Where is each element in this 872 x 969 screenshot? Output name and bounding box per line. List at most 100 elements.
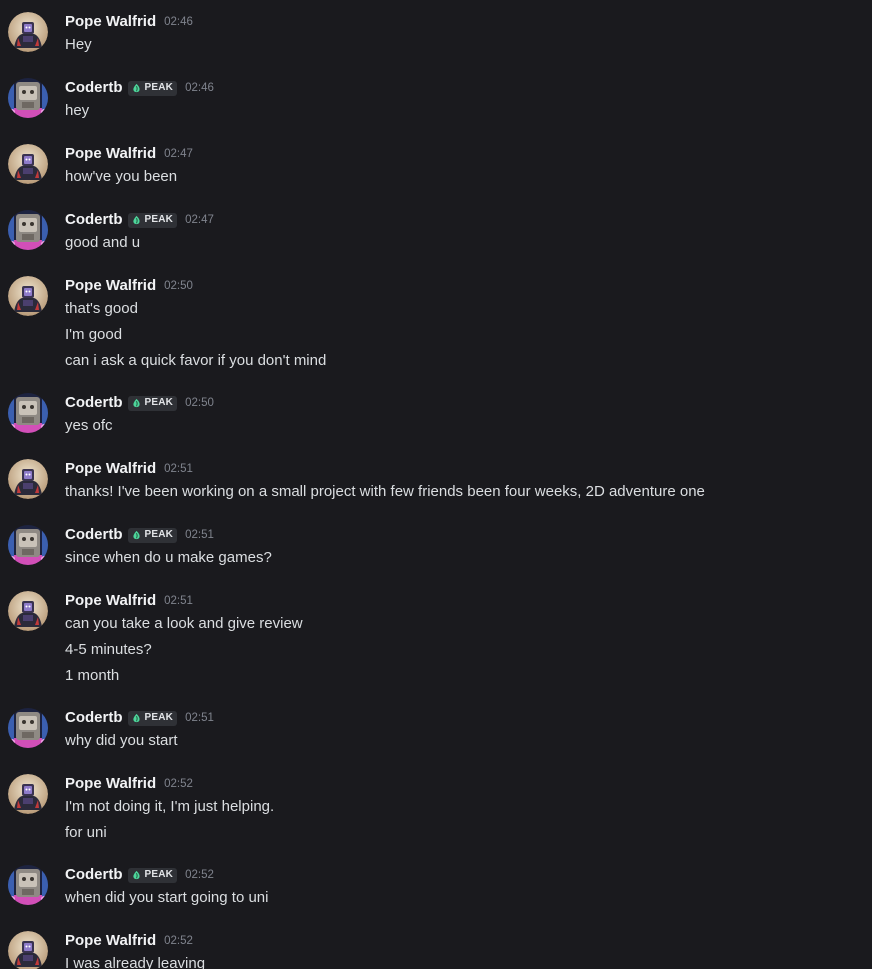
username[interactable]: Pope Walfrid [65, 591, 156, 611]
message-group[interactable]: Codertb PEAK 02:51 why did you start [0, 708, 872, 752]
message-text: yes ofc [65, 417, 113, 434]
message-header: Pope Walfrid 02:50 [65, 276, 856, 296]
message-header: Codertb PEAK 02:51 [65, 525, 856, 545]
message-text: can i ask a quick favor if you don't min… [65, 352, 327, 369]
message-timestamp[interactable]: 02:50 [185, 393, 214, 413]
message-timestamp[interactable]: 02:51 [164, 591, 193, 611]
username[interactable]: Codertb [65, 525, 123, 545]
message-text: can you take a look and give review [65, 615, 303, 632]
coder-avatar-icon[interactable] [8, 210, 48, 250]
message-header: Codertb PEAK 02:50 [65, 393, 856, 413]
message-timestamp[interactable]: 02:50 [164, 276, 193, 296]
message-group[interactable]: Pope Walfrid 02:51 can you take a look and… [0, 591, 872, 686]
message-group[interactable]: Pope Walfrid 02:46 Hey [0, 12, 872, 56]
leaf-flame-icon [131, 83, 142, 94]
message-header: Pope Walfrid 02:47 [65, 144, 856, 164]
guild-tag-label: PEAK [144, 869, 174, 880]
leaf-flame-icon [131, 713, 142, 724]
pope-avatar-icon[interactable] [8, 276, 48, 316]
guild-tag-label: PEAK [144, 712, 174, 723]
username[interactable]: Codertb [65, 708, 123, 728]
coder-avatar-icon[interactable] [8, 393, 48, 433]
username[interactable]: Pope Walfrid [65, 774, 156, 794]
message-header: Pope Walfrid 02:51 [65, 459, 856, 479]
guild-tag-badge[interactable]: PEAK [127, 527, 178, 543]
guild-tag-badge[interactable]: PEAK [127, 867, 178, 883]
username[interactable]: Pope Walfrid [65, 144, 156, 164]
guild-tag-label: PEAK [144, 397, 174, 408]
guild-tag-badge[interactable]: PEAK [127, 80, 178, 96]
message-timestamp[interactable]: 02:52 [185, 865, 214, 885]
coder-avatar-icon[interactable] [8, 708, 48, 748]
username[interactable]: Pope Walfrid [65, 12, 156, 32]
message-text: how've you been [65, 168, 178, 185]
message-text: I was already leaving [65, 955, 206, 969]
message-header: Codertb PEAK 02:47 [65, 210, 856, 230]
message-header: Pope Walfrid 02:52 [65, 774, 856, 794]
guild-tag-label: PEAK [144, 82, 174, 93]
message-timestamp[interactable]: 02:51 [164, 459, 193, 479]
guild-tag-label: PEAK [144, 214, 174, 225]
message-text: 4-5 minutes? [65, 641, 152, 658]
message-group[interactable]: Codertb PEAK 02:47 good and u [0, 210, 872, 254]
chat-log: Pope Walfrid 02:46 Hey Codertb PEAK 02:46 hey P… [0, 0, 872, 969]
username[interactable]: Codertb [65, 78, 123, 98]
message-text: I'm good [65, 326, 123, 343]
message-timestamp[interactable]: 02:47 [185, 210, 214, 230]
message-timestamp[interactable]: 02:52 [164, 931, 193, 951]
guild-tag-badge[interactable]: PEAK [127, 212, 178, 228]
message-group[interactable]: Codertb PEAK 02:51 since when do u make gam… [0, 525, 872, 569]
message-text: hey [65, 102, 90, 119]
message-text: why did you start [65, 732, 178, 749]
pope-avatar-icon[interactable] [8, 144, 48, 184]
pope-avatar-icon[interactable] [8, 459, 48, 499]
message-group[interactable]: Pope Walfrid 02:52 I was already leaving [0, 931, 872, 969]
message-text: that's good [65, 300, 138, 317]
pope-avatar-icon[interactable] [8, 12, 48, 52]
guild-tag-badge[interactable]: PEAK [127, 395, 178, 411]
message-text: 1 month [65, 667, 120, 684]
message-timestamp[interactable]: 02:52 [164, 774, 193, 794]
message-text: good and u [65, 234, 141, 251]
message-group[interactable]: Pope Walfrid 02:52 I'm not doing it, I'm j… [0, 774, 872, 843]
message-group[interactable]: Pope Walfrid 02:51 thanks! I've been worki… [0, 459, 872, 503]
username[interactable]: Pope Walfrid [65, 931, 156, 951]
message-header: Codertb PEAK 02:52 [65, 865, 856, 885]
leaf-flame-icon [131, 398, 142, 409]
guild-tag-badge[interactable]: PEAK [127, 710, 178, 726]
username[interactable]: Pope Walfrid [65, 459, 156, 479]
message-timestamp[interactable]: 02:46 [185, 78, 214, 98]
message-header: Pope Walfrid 02:51 [65, 591, 856, 611]
leaf-flame-icon [131, 870, 142, 881]
message-group[interactable]: Pope Walfrid 02:50 that's good I'm good can … [0, 276, 872, 371]
message-timestamp[interactable]: 02:47 [164, 144, 193, 164]
guild-tag-label: PEAK [144, 529, 174, 540]
message-group[interactable]: Codertb PEAK 02:50 yes ofc [0, 393, 872, 437]
username[interactable]: Codertb [65, 865, 123, 885]
message-timestamp[interactable]: 02:51 [185, 708, 214, 728]
message-header: Codertb PEAK 02:51 [65, 708, 856, 728]
coder-avatar-icon[interactable] [8, 865, 48, 905]
username[interactable]: Codertb [65, 210, 123, 230]
message-header: Codertb PEAK 02:46 [65, 78, 856, 98]
message-text: thanks! I've been working on a small pro… [65, 483, 705, 500]
coder-avatar-icon[interactable] [8, 78, 48, 118]
message-text: when did you start going to uni [65, 889, 269, 906]
leaf-flame-icon [131, 215, 142, 226]
coder-avatar-icon[interactable] [8, 525, 48, 565]
message-group[interactable]: Codertb PEAK 02:46 hey [0, 78, 872, 122]
leaf-flame-icon [131, 530, 142, 541]
message-group[interactable]: Codertb PEAK 02:52 when did you start going… [0, 865, 872, 909]
pope-avatar-icon[interactable] [8, 931, 48, 969]
pope-avatar-icon[interactable] [8, 774, 48, 814]
message-header: Pope Walfrid 02:46 [65, 12, 856, 32]
message-text: for uni [65, 824, 107, 841]
username[interactable]: Pope Walfrid [65, 276, 156, 296]
pope-avatar-icon[interactable] [8, 591, 48, 631]
message-group[interactable]: Pope Walfrid 02:47 how've you been [0, 144, 872, 188]
message-timestamp[interactable]: 02:51 [185, 525, 214, 545]
username[interactable]: Codertb [65, 393, 123, 413]
message-text: Hey [65, 36, 92, 53]
message-timestamp[interactable]: 02:46 [164, 12, 193, 32]
message-text: since when do u make games? [65, 549, 272, 566]
